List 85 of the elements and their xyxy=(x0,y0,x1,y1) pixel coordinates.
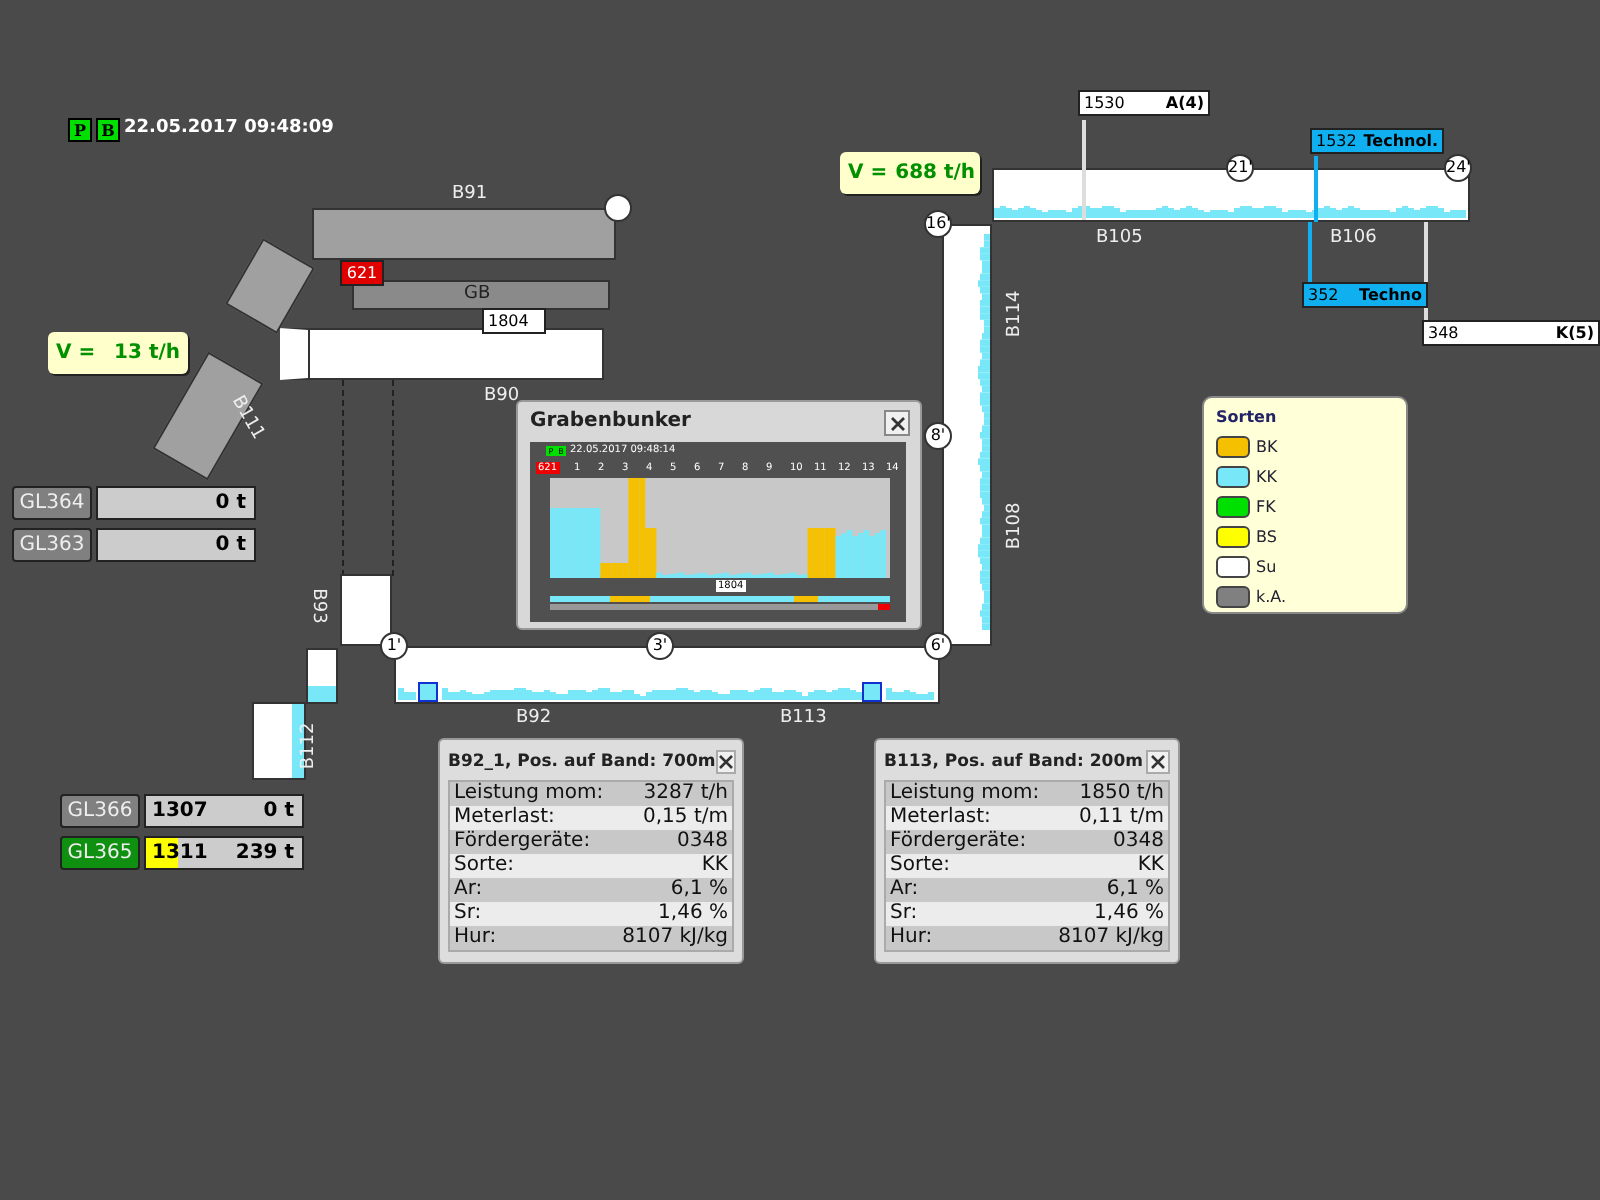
field-label: Leistung mom: xyxy=(454,782,604,806)
field-label: Ar: xyxy=(454,878,483,902)
field-value: 0,11 t/m xyxy=(1079,806,1164,830)
value-tag: 348 K(5) xyxy=(1422,320,1600,346)
stockpile-value: 0 t xyxy=(96,486,256,520)
value-tag: 621 xyxy=(340,260,384,286)
legend-label: FK xyxy=(1256,498,1276,516)
field-value: 3287 t/h xyxy=(643,782,728,806)
position-square-icon xyxy=(418,682,438,702)
position-marker: 3' xyxy=(646,632,674,660)
field-label: Sorte: xyxy=(890,854,951,878)
speed-display: V = 688 t/h xyxy=(840,152,980,194)
belt-label: B93 xyxy=(307,588,328,624)
belt-label: GB xyxy=(464,284,491,304)
legend-label: k.A. xyxy=(1256,588,1287,606)
close-button[interactable] xyxy=(884,410,910,436)
position-marker: 1' xyxy=(380,632,408,660)
window-title: Grabenbunker xyxy=(530,410,691,432)
belt-label: B114 xyxy=(1005,290,1026,338)
belt-label: B92 xyxy=(516,708,552,728)
field-label: Fördergeräte: xyxy=(454,830,591,854)
belt-label: B105 xyxy=(1096,228,1143,248)
stockpile-value: 0 t xyxy=(96,528,256,562)
field-value: 6,1 % xyxy=(670,878,728,902)
panel-title: B92_1, Pos. auf Band: 700m xyxy=(448,751,716,771)
close-button[interactable] xyxy=(1146,749,1170,773)
stockpile-label[interactable]: GL365 xyxy=(60,836,140,870)
field-value: 0348 xyxy=(1113,830,1164,854)
position-marker-icon xyxy=(604,194,632,222)
close-icon xyxy=(889,415,905,431)
legend-label: KK xyxy=(1256,468,1277,486)
field-label: Ar: xyxy=(890,878,919,902)
status-badge: B xyxy=(96,118,120,142)
close-icon xyxy=(717,753,734,769)
field-label: Fördergeräte: xyxy=(890,830,1027,854)
field-label: Meterlast: xyxy=(890,806,991,830)
belt-label: B112 xyxy=(299,722,320,770)
belt-label: B91 xyxy=(452,184,488,204)
field-value: KK xyxy=(701,854,728,878)
field-label: Sorte: xyxy=(454,854,515,878)
value-tag: 352 Techno xyxy=(1302,282,1428,308)
field-value: 8107 kJ/kg xyxy=(1058,926,1164,950)
field-label: Hur: xyxy=(454,926,497,950)
field-value: KK xyxy=(1137,854,1164,878)
stockpile-label[interactable]: GL364 xyxy=(12,486,92,520)
close-icon xyxy=(1150,753,1166,769)
panel-title: B113, Pos. auf Band: 200m xyxy=(884,751,1143,771)
timestamp: 22.05.2017 09:48:09 xyxy=(124,118,334,138)
field-value: 0,15 t/m xyxy=(643,806,728,830)
status-badge: P xyxy=(68,118,92,142)
position-marker: 16' xyxy=(924,210,952,238)
field-label: Meterlast: xyxy=(454,806,555,830)
field-value: 1,46 % xyxy=(658,902,728,926)
field-value: 0348 xyxy=(677,830,728,854)
belt-label: B113 xyxy=(780,708,827,728)
belt-label: B106 xyxy=(1330,228,1377,248)
load-profile-drawing xyxy=(398,684,420,700)
position-marker: 8' xyxy=(924,422,952,450)
legend-label: Su xyxy=(1256,558,1277,576)
position-marker: 6' xyxy=(924,632,952,660)
position-marker: 24' xyxy=(1444,154,1472,182)
value-tag: 1804 xyxy=(482,308,546,334)
stockpile-label[interactable]: GL366 xyxy=(60,794,140,828)
value-tag: 1532 Technol. xyxy=(1310,128,1444,154)
close-button[interactable] xyxy=(715,749,736,773)
position-marker: 21' xyxy=(1226,154,1254,182)
load-profile-drawing xyxy=(886,684,938,700)
legend-title: Sorten xyxy=(1216,408,1279,426)
field-value: 1,46 % xyxy=(1094,902,1164,926)
legend-label: BS xyxy=(1256,528,1277,546)
field-value: 8107 kJ/kg xyxy=(622,926,728,950)
belt-label: B90 xyxy=(484,386,520,406)
belt-label: B108 xyxy=(1005,502,1026,550)
field-value: 1850 t/h xyxy=(1079,782,1164,806)
field-value: 6,1 % xyxy=(1106,878,1164,902)
field-label: Leistung mom: xyxy=(890,782,1040,806)
field-label: Sr: xyxy=(890,902,918,926)
speed-display: V = 13 t/h xyxy=(48,332,188,374)
stockpile-value: 1307 0 t xyxy=(144,794,304,828)
field-label: Hur: xyxy=(890,926,933,950)
field-label: Sr: xyxy=(454,902,482,926)
legend-label: BK xyxy=(1256,438,1278,456)
value-tag: 1530 A(4) xyxy=(1078,90,1210,116)
position-square-icon xyxy=(862,682,882,702)
stockpile-label[interactable]: GL363 xyxy=(12,528,92,562)
